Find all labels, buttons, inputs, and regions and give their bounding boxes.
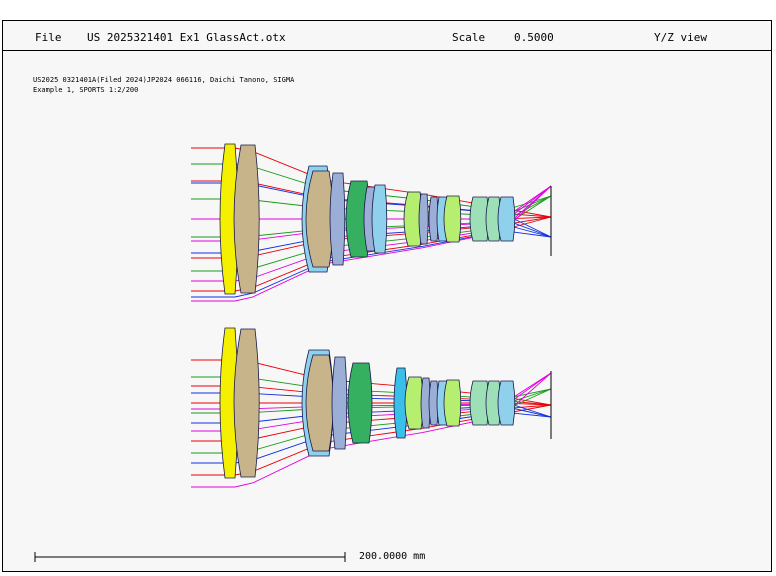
diagram-frame: File US 2025321401 Ex1 GlassAct.otx Scal… (2, 20, 772, 572)
lens-element (347, 362, 373, 444)
lens-element (329, 172, 346, 266)
scale-bar-label: 200.0000 mm (359, 551, 426, 562)
scale-bar (34, 552, 346, 562)
lens-element (443, 379, 462, 427)
optical-layout-upper (191, 143, 552, 302)
lens-element (443, 195, 462, 243)
lens-element (371, 184, 388, 254)
optical-layout-lower (191, 327, 552, 488)
lens-element (331, 356, 348, 450)
lens-element (418, 193, 429, 245)
lens-element (497, 196, 516, 242)
lens-element (497, 380, 516, 426)
lens-layout-diagram (34, 143, 552, 562)
lens-element (233, 328, 260, 478)
lens-element (305, 170, 334, 268)
lens-element (233, 144, 260, 294)
lens-element (305, 354, 334, 452)
